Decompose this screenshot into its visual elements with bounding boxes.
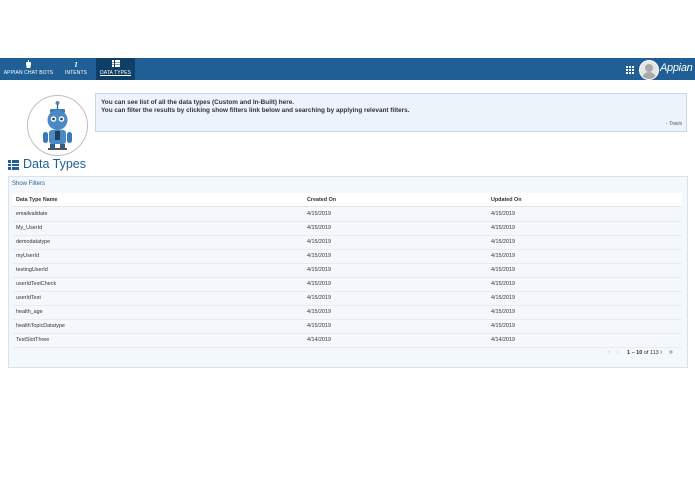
show-filters-link[interactable]: Show Filters — [12, 181, 45, 187]
list-icon — [96, 60, 135, 70]
table-row[interactable]: emailvalidate 4/15/2019 4/15/2019 — [12, 207, 682, 222]
last-page-icon[interactable]: » — [669, 349, 673, 356]
cell-name: health_age — [16, 309, 43, 315]
user-avatar[interactable] — [639, 60, 659, 80]
bot-icon — [0, 60, 57, 70]
message-line-2: You can filter the results by clicking s… — [101, 107, 410, 114]
table-row[interactable]: myUserId 4/15/2019 4/15/2019 — [12, 249, 682, 264]
apps-grid-icon[interactable] — [626, 66, 634, 74]
cell-updated: 4/15/2019 — [491, 281, 515, 287]
column-header-created[interactable]: Created On — [307, 197, 336, 203]
italic-i-icon: I — [74, 61, 78, 69]
cell-updated: 4/15/2019 — [491, 239, 515, 245]
tab-data-types[interactable]: DATA TYPES — [96, 58, 135, 80]
table-row[interactable]: health_age 4/15/2019 4/15/2019 — [12, 305, 682, 320]
cell-updated: 4/15/2019 — [491, 211, 515, 217]
table-row[interactable]: TestSlotThree 4/14/2019 4/14/2019 — [12, 333, 682, 348]
message-line-1: You can see list of all the data types (… — [101, 99, 295, 106]
cell-created: 4/15/2019 — [307, 225, 331, 231]
pager-total: of 113 — [643, 350, 659, 356]
cell-updated: 4/15/2019 — [491, 253, 515, 259]
info-message-box: You can see list of all the data types (… — [95, 93, 687, 132]
robot-icon — [43, 101, 72, 150]
cell-created: 4/15/2019 — [307, 253, 331, 259]
cell-created: 4/15/2019 — [307, 211, 331, 217]
next-page-icon[interactable]: › — [660, 349, 662, 356]
cell-name: My_UserId — [16, 225, 43, 231]
cell-created: 4/14/2019 — [307, 337, 331, 343]
tab-appian-chat-bots[interactable]: APPIAN CHAT BOTS — [0, 58, 57, 80]
cell-name: healthTopicDatatype — [16, 323, 65, 329]
tab-label: APPIAN CHAT BOTS — [3, 70, 54, 76]
cell-updated: 4/15/2019 — [491, 225, 515, 231]
cell-name: userIdTestCheck — [16, 281, 57, 287]
cell-created: 4/15/2019 — [307, 281, 331, 287]
pager-range: 1 – 10 — [627, 350, 643, 356]
message-signature: - Travis — [665, 121, 682, 127]
prev-page-icon[interactable]: ‹ — [617, 349, 619, 356]
cell-updated: 4/15/2019 — [491, 309, 515, 315]
robot-avatar-image — [27, 95, 88, 156]
top-navbar: APPIAN CHAT BOTS I INTENTS DATA TYPES — [0, 58, 695, 80]
cell-updated: 4/15/2019 — [491, 323, 515, 329]
first-page-icon[interactable]: « — [607, 349, 611, 356]
list-icon — [8, 160, 19, 170]
column-header-updated[interactable]: Updated On — [491, 197, 522, 203]
table-row[interactable]: userIdTestCheck 4/15/2019 4/15/2019 — [12, 277, 682, 292]
cell-name: myUserId — [16, 253, 40, 259]
table-row[interactable]: healthTopicDatatype 4/15/2019 4/15/2019 — [12, 319, 682, 334]
table-row[interactable]: demodatatype 4/15/2019 4/15/2019 — [12, 235, 682, 250]
cell-created: 4/15/2019 — [307, 239, 331, 245]
page-title: Data Types — [23, 157, 87, 171]
cell-created: 4/15/2019 — [307, 295, 331, 301]
cell-created: 4/15/2019 — [307, 323, 331, 329]
appian-logo[interactable]: Appian — [660, 62, 693, 74]
cell-updated: 4/15/2019 — [491, 295, 515, 301]
tab-label: DATA TYPES — [99, 70, 131, 76]
cell-name: emailvalidate — [16, 211, 48, 217]
table-row[interactable]: testingUserId 4/15/2019 4/15/2019 — [12, 263, 682, 278]
cell-name: userIdTest — [16, 295, 41, 301]
table-row[interactable]: userIdTest 4/15/2019 4/15/2019 — [12, 291, 682, 306]
cell-name: demodatatype — [16, 239, 51, 245]
tab-intents[interactable]: I INTENTS — [60, 58, 92, 80]
cell-updated: 4/14/2019 — [491, 337, 515, 343]
cell-created: 4/15/2019 — [307, 267, 331, 273]
cell-name: TestSlotThree — [16, 337, 50, 343]
tab-label: INTENTS — [64, 70, 88, 76]
cell-name: testingUserId — [16, 267, 48, 273]
cell-created: 4/15/2019 — [307, 309, 331, 315]
pager-info: 1 – 10 of 113 — [627, 350, 659, 356]
table-row[interactable]: My_UserId 4/15/2019 4/15/2019 — [12, 221, 682, 236]
grid-header: Data Type Name Created On Updated On — [12, 193, 682, 207]
column-header-name[interactable]: Data Type Name — [16, 197, 58, 203]
cell-updated: 4/15/2019 — [491, 267, 515, 273]
